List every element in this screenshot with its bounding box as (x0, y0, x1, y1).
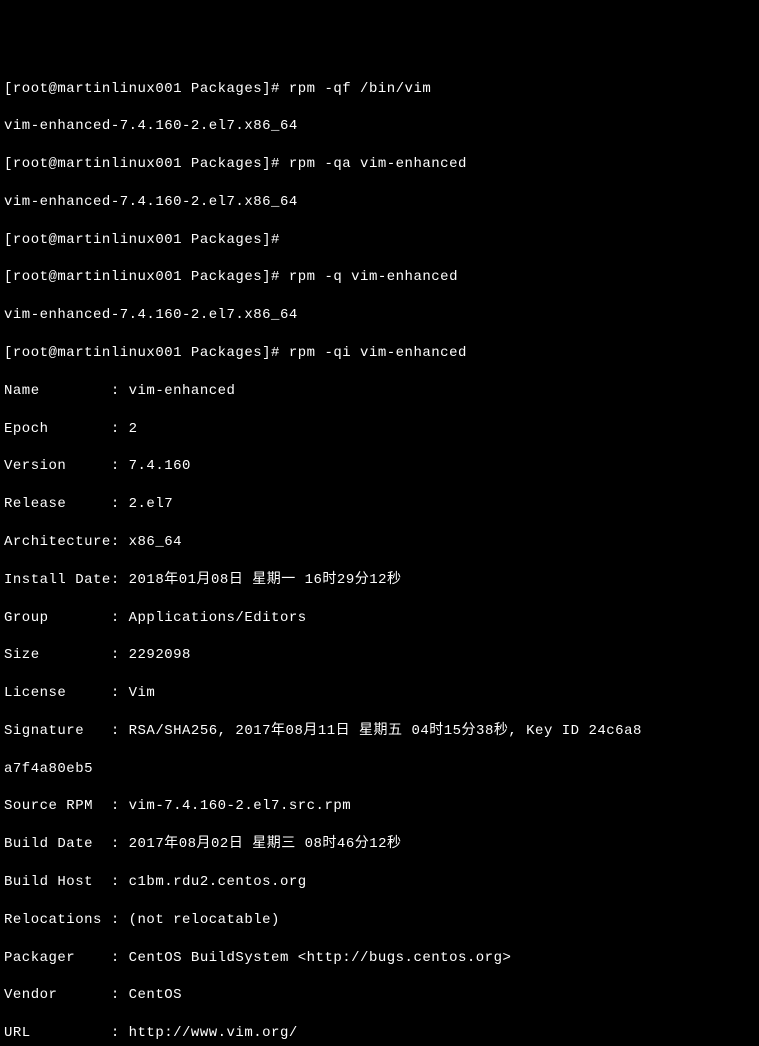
rpm-field-architecture: Architecture: x86_64 (4, 533, 755, 552)
rpm-field-release: Release : 2.el7 (4, 495, 755, 514)
rpm-field-license: License : Vim (4, 684, 755, 703)
rpm-field-signature-cont: a7f4a80eb5 (4, 760, 755, 779)
terminal-prompt-line[interactable]: [root@martinlinux001 Packages]# rpm -qa … (4, 155, 755, 174)
rpm-field-packager: Packager : CentOS BuildSystem <http://bu… (4, 949, 755, 968)
rpm-field-size: Size : 2292098 (4, 646, 755, 665)
terminal-output-line: vim-enhanced-7.4.160-2.el7.x86_64 (4, 117, 755, 136)
terminal-output-line: vim-enhanced-7.4.160-2.el7.x86_64 (4, 306, 755, 325)
terminal-prompt-line[interactable]: [root@martinlinux001 Packages]# rpm -q v… (4, 268, 755, 287)
terminal-prompt-line[interactable]: [root@martinlinux001 Packages]# rpm -qf … (4, 80, 755, 99)
rpm-field-version: Version : 7.4.160 (4, 457, 755, 476)
rpm-field-epoch: Epoch : 2 (4, 420, 755, 439)
rpm-field-install-date: Install Date: 2018年01月08日 星期一 16时29分12秒 (4, 571, 755, 590)
rpm-field-name: Name : vim-enhanced (4, 382, 755, 401)
terminal-prompt-line[interactable]: [root@martinlinux001 Packages]# rpm -qi … (4, 344, 755, 363)
terminal-prompt-line[interactable]: [root@martinlinux001 Packages]# (4, 231, 755, 250)
rpm-field-group: Group : Applications/Editors (4, 609, 755, 628)
rpm-field-signature: Signature : RSA/SHA256, 2017年08月11日 星期五 … (4, 722, 755, 741)
rpm-field-source-rpm: Source RPM : vim-7.4.160-2.el7.src.rpm (4, 797, 755, 816)
rpm-field-url: URL : http://www.vim.org/ (4, 1024, 755, 1043)
rpm-field-build-date: Build Date : 2017年08月02日 星期三 08时46分12秒 (4, 835, 755, 854)
rpm-field-relocations: Relocations : (not relocatable) (4, 911, 755, 930)
rpm-field-build-host: Build Host : c1bm.rdu2.centos.org (4, 873, 755, 892)
terminal-output-line: vim-enhanced-7.4.160-2.el7.x86_64 (4, 193, 755, 212)
rpm-field-vendor: Vendor : CentOS (4, 986, 755, 1005)
